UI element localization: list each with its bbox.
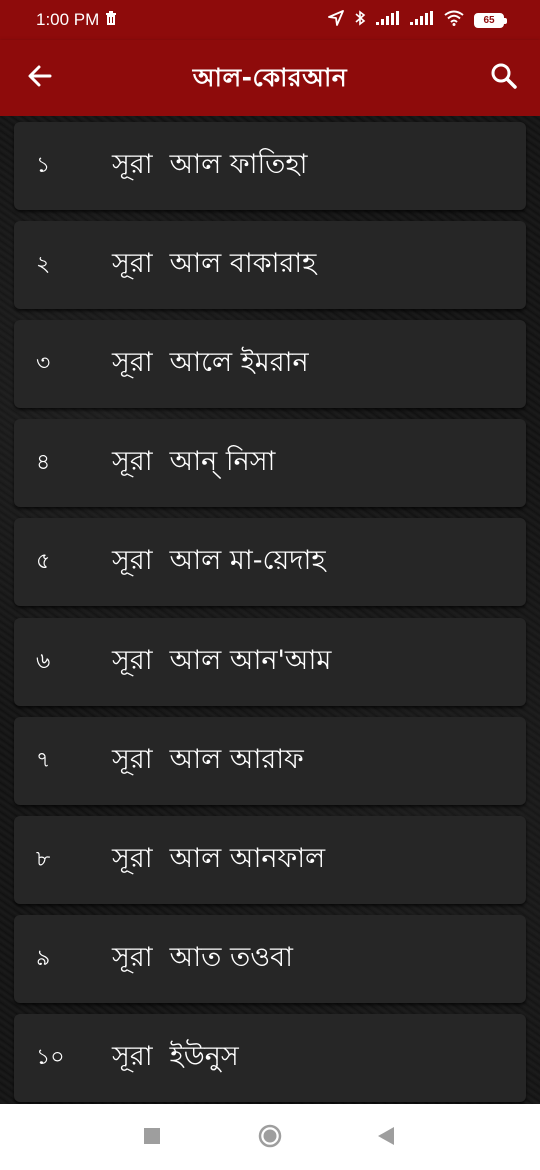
circle-icon <box>258 1124 282 1152</box>
surah-name: সূরা ইউনুস <box>112 1040 239 1072</box>
surah-name: সূরা আল আরাফ <box>112 743 304 775</box>
surah-name: সূরা আল আন'আম <box>112 644 332 676</box>
surah-row-10[interactable]: ১০ সূরা ইউনুস <box>14 1014 526 1102</box>
surah-number: ৯ <box>36 945 51 971</box>
surah-row-4[interactable]: ৪ সূরা আন্ নিসা <box>14 419 526 507</box>
triangle-left-icon <box>377 1126 395 1150</box>
surah-row-6[interactable]: ৬ সূরা আল আন'আম <box>14 618 526 706</box>
surah-row-3[interactable]: ৩ সূরা আলে ইমরান <box>14 320 526 408</box>
surah-row-2[interactable]: ২ সূরা আল বাকারাহ <box>14 221 526 309</box>
home-button[interactable] <box>258 1124 282 1152</box>
surah-name: সূরা আন্ নিসা <box>112 445 276 477</box>
wifi-icon <box>444 10 464 31</box>
nav-back-button[interactable] <box>374 1126 398 1150</box>
system-nav-bar <box>0 1104 540 1170</box>
recents-button[interactable] <box>140 1126 164 1150</box>
surah-row-9[interactable]: ৯ সূরা আত তওবা <box>14 915 526 1003</box>
search-button[interactable] <box>486 60 522 96</box>
surah-name: সূরা আল আনফাল <box>112 842 326 874</box>
surah-name: সূরা আত তওবা <box>112 941 294 973</box>
surah-number: ৭ <box>36 747 51 773</box>
location-icon <box>328 9 344 31</box>
trash-icon <box>105 10 117 30</box>
surah-name: সূরা আলে ইমরান <box>112 346 309 378</box>
signal-icon <box>376 10 400 30</box>
surah-number: ৩ <box>36 350 51 376</box>
app-bar: আল-কোরআন <box>0 40 540 116</box>
surah-row-8[interactable]: ৮ সূরা আল আনফাল <box>14 816 526 904</box>
search-icon <box>490 62 518 94</box>
surah-row-1[interactable]: ১ সূরা আল ফাতিহা <box>14 122 526 210</box>
page-title: আল-কোরআন <box>192 63 348 92</box>
surah-number: ১ <box>36 152 51 178</box>
surah-number: ৮ <box>36 846 51 872</box>
bluetooth-icon <box>354 9 366 31</box>
surah-number: ৬ <box>36 648 51 674</box>
battery-icon: 65 <box>474 12 507 28</box>
surah-number: ২ <box>36 251 51 277</box>
surah-name: সূরা আল বাকারাহ <box>112 247 317 279</box>
surah-number: ৫ <box>36 548 51 574</box>
status-bar: 1:00 PM 65 <box>0 0 540 40</box>
signal-icon-2 <box>410 10 434 30</box>
status-left: 1:00 PM <box>36 10 117 30</box>
surah-name: সূরা আল ফাতিহা <box>112 148 308 180</box>
surah-number: ৪ <box>36 449 51 475</box>
surah-list[interactable]: ১ সূরা আল ফাতিহা ২ সূরা আল বাকারাহ ৩ সূর… <box>0 116 540 1104</box>
square-icon <box>143 1127 161 1149</box>
surah-number: ১০ <box>36 1044 65 1070</box>
surah-row-5[interactable]: ৫ সূরা আল মা-য়েদাহ <box>14 518 526 606</box>
status-right: 65 <box>328 9 507 31</box>
status-time: 1:00 PM <box>36 10 100 29</box>
surah-row-7[interactable]: ৭ সূরা আল আরাফ <box>14 717 526 805</box>
surah-name: সূরা আল মা-য়েদাহ <box>112 544 326 576</box>
